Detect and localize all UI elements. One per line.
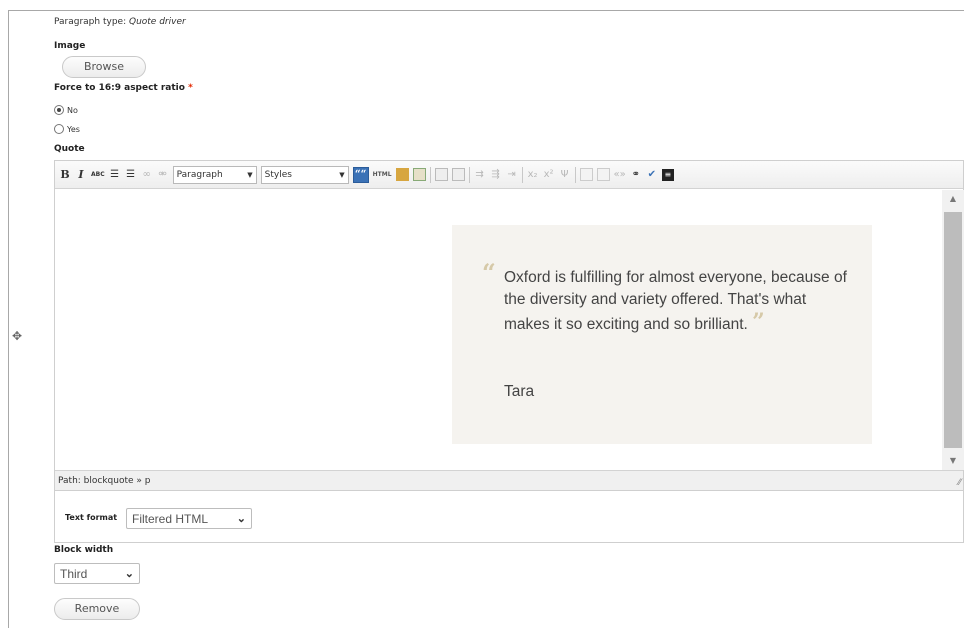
blockquote-button[interactable]: ““ xyxy=(352,166,369,183)
drag-handle-icon[interactable]: ✥ xyxy=(12,329,22,343)
styles-select[interactable]: Styles ▼ xyxy=(260,165,349,184)
superscript-icon[interactable]: x² xyxy=(543,167,555,183)
toolbar-separator xyxy=(429,166,431,183)
text-format-box: Text format Filtered HTML ⌄ xyxy=(54,491,964,543)
radio-yes[interactable] xyxy=(54,124,64,134)
italic-button[interactable]: I xyxy=(75,167,87,183)
chevron-down-icon: ⌄ xyxy=(236,513,246,525)
spellcheck-icon[interactable]: ⚭ xyxy=(630,167,642,183)
cite-icon[interactable]: «» xyxy=(614,167,626,183)
text-format-value: Filtered HTML xyxy=(132,511,209,526)
radio-no-label: No xyxy=(67,105,78,115)
quote-close-icon: ” xyxy=(752,309,765,335)
image-label: Image xyxy=(54,41,86,51)
insert-row-icon[interactable]: ⇉ xyxy=(474,167,486,183)
insert-col-icon[interactable]: ⇥ xyxy=(506,167,518,183)
styles-select-value: Styles xyxy=(264,169,292,180)
aspect-option-yes[interactable]: Yes xyxy=(54,124,80,134)
table-props-icon[interactable] xyxy=(451,168,465,181)
remove-button[interactable]: Remove xyxy=(54,598,140,620)
merge-icon[interactable]: Ψ xyxy=(559,167,571,183)
unlink-icon[interactable]: ⚮ xyxy=(157,167,169,183)
image-insert-icon[interactable] xyxy=(596,168,610,181)
scroll-up-icon[interactable]: ▲ xyxy=(942,190,964,208)
radio-yes-label: Yes xyxy=(67,124,80,134)
anchor-icon[interactable] xyxy=(579,168,593,181)
toolbar-separator xyxy=(574,166,576,183)
aspect-option-no[interactable]: No xyxy=(54,105,78,115)
table-icon[interactable] xyxy=(434,168,448,181)
format-select[interactable]: Paragraph ▼ xyxy=(172,165,257,184)
paragraph-type-value: Quote driver xyxy=(128,17,186,27)
scroll-down-icon[interactable]: ▼ xyxy=(942,452,964,470)
blockquote: “ Oxford is fulfilling for almost everyo… xyxy=(452,225,872,444)
chevron-down-icon: ⌄ xyxy=(124,568,134,580)
editor-content[interactable]: “ Oxford is fulfilling for almost everyo… xyxy=(55,190,942,470)
quote-editor: B I ABC ☰ ☰ ∞ ⚮ Paragraph ▼ Styles ▼ ““ … xyxy=(54,160,964,491)
paste-icon[interactable] xyxy=(395,168,409,181)
edit-source-icon[interactable] xyxy=(412,168,426,181)
editor-scrollbar[interactable]: ▲ ▼ xyxy=(942,190,964,470)
paragraph-type-label: Paragraph type: xyxy=(54,17,127,27)
check-icon[interactable]: ✔ xyxy=(646,167,658,183)
editor-toolbar: B I ABC ☰ ☰ ∞ ⚮ Paragraph ▼ Styles ▼ ““ … xyxy=(55,161,963,189)
quote-text: Oxford is fulfilling for almost everyone… xyxy=(504,267,854,336)
block-width-value: Third xyxy=(60,566,88,581)
subscript-icon[interactable]: x₂ xyxy=(527,167,539,183)
scrollbar-thumb[interactable] xyxy=(944,212,962,448)
bulleted-list-icon[interactable]: ☰ xyxy=(109,167,121,183)
resize-grip-icon[interactable]: ⁄⁄ xyxy=(958,478,961,488)
paragraph-type: Paragraph type: Quote driver xyxy=(54,17,186,27)
quote-text-body: Oxford is fulfilling for almost everyone… xyxy=(504,269,847,333)
quote-label: Quote xyxy=(54,144,85,154)
aspect-ratio-label-text: Force to 16:9 aspect ratio xyxy=(54,83,185,93)
text-format-select[interactable]: Filtered HTML ⌄ xyxy=(126,508,252,529)
chevron-down-icon: ▼ xyxy=(339,170,345,179)
element-path: Path: blockquote » p xyxy=(55,470,963,490)
chevron-down-icon: ▼ xyxy=(247,170,253,179)
quote-open-icon: “ xyxy=(482,258,496,287)
toolbar-separator xyxy=(468,166,470,183)
text-format-label: Text format xyxy=(65,513,118,522)
block-width-select[interactable]: Third ⌄ xyxy=(54,563,140,584)
html-button[interactable]: HTML xyxy=(373,167,392,183)
numbered-list-icon[interactable]: ☰ xyxy=(125,167,137,183)
radio-no[interactable] xyxy=(54,105,64,115)
quote-author: Tara xyxy=(504,383,535,400)
aspect-ratio-label: Force to 16:9 aspect ratio * xyxy=(54,83,193,93)
block-width-label: Block width xyxy=(54,545,114,555)
toolbar-separator xyxy=(521,166,523,183)
strikethrough-button[interactable]: ABC xyxy=(91,167,105,183)
show-blocks-icon[interactable]: ≡ xyxy=(661,168,674,181)
link-icon[interactable]: ∞ xyxy=(141,167,153,183)
bold-button[interactable]: B xyxy=(59,167,71,183)
browse-button[interactable]: Browse xyxy=(62,56,146,78)
required-mark: * xyxy=(188,83,193,93)
delete-row-icon[interactable]: ⇶ xyxy=(490,167,502,183)
format-select-value: Paragraph xyxy=(176,169,223,180)
